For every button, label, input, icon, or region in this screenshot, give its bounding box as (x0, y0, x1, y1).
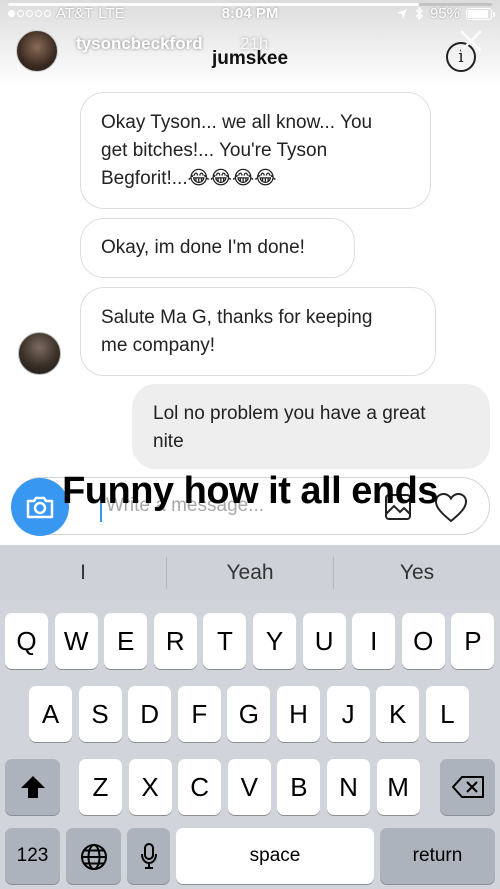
key-m[interactable]: M (376, 759, 420, 815)
bluetooth-icon (415, 6, 424, 21)
battery-percent: 95% (429, 5, 460, 22)
key-z[interactable]: Z (79, 759, 122, 815)
message-line: Okay Tyson... we all know... You (101, 112, 373, 133)
key-o[interactable]: O (401, 613, 445, 669)
key-r[interactable]: R (153, 613, 197, 669)
prediction-1[interactable]: I (0, 545, 166, 600)
location-icon (396, 8, 407, 19)
key-d[interactable]: D (128, 686, 172, 742)
prediction-3[interactable]: Yes (334, 545, 500, 600)
message-line: nite (153, 431, 184, 452)
key-h[interactable]: H (277, 686, 320, 742)
key-l[interactable]: L (425, 686, 469, 742)
story-caption: Funny how it all ends (62, 470, 438, 512)
message-line: Salute Ma G, thanks for keeping (101, 307, 373, 328)
key-v[interactable]: V (227, 759, 271, 815)
message-line: get bitches!... You're Tyson (101, 140, 328, 161)
key-s[interactable]: S (78, 686, 122, 742)
key-w[interactable]: W (54, 613, 98, 669)
key-y[interactable]: Y (253, 613, 296, 669)
key-n[interactable]: N (327, 759, 370, 815)
status-right: 95% (396, 5, 495, 22)
dictation-key[interactable] (127, 828, 170, 884)
close-icon[interactable] (458, 28, 484, 54)
key-x[interactable]: X (128, 759, 172, 815)
message-bubble: Okay, im done I'm done! (80, 218, 355, 278)
key-p[interactable]: P (451, 613, 495, 669)
prediction-2[interactable]: Yeah (167, 545, 333, 600)
predictive-bar: I Yeah Yes (0, 545, 500, 600)
message-bubble: Salute Ma G, thanks for keeping me compa… (80, 287, 436, 376)
chat-title: jumskee (211, 48, 289, 69)
key-u[interactable]: U (302, 613, 346, 669)
battery-icon (466, 7, 495, 20)
key-k[interactable]: K (376, 686, 420, 742)
backspace-key[interactable] (440, 759, 495, 815)
globe-icon (81, 844, 107, 870)
shift-icon (21, 776, 45, 798)
message-bubble-self: Lol no problem you have a great nite (132, 384, 490, 469)
key-q[interactable]: Q (5, 613, 48, 669)
backspace-icon (452, 776, 484, 798)
message-bubble: Okay Tyson... we all know... You get bit… (80, 92, 431, 209)
message-line: Okay, im done I'm done! (101, 237, 305, 258)
key-e[interactable]: E (104, 613, 148, 669)
shift-key[interactable] (5, 759, 60, 815)
message-line: me company! (101, 335, 216, 356)
sender-avatar[interactable] (18, 332, 61, 375)
message-line: Lol no problem you have a great (153, 403, 426, 424)
key-g[interactable]: G (227, 686, 271, 742)
key-t[interactable]: T (203, 613, 247, 669)
key-b[interactable]: B (277, 759, 321, 815)
return-key[interactable]: return (380, 828, 495, 884)
microphone-icon (141, 843, 157, 869)
key-a[interactable]: A (29, 686, 72, 742)
key-c[interactable]: C (178, 759, 222, 815)
key-i[interactable]: I (352, 613, 396, 669)
status-bar: AT&T LTE 8:04 PM 95% (0, 0, 500, 28)
space-key[interactable]: space (176, 828, 374, 884)
message-line: Begforit!...😂😂😂😂 (101, 168, 277, 189)
key-f[interactable]: F (177, 686, 221, 742)
key-j[interactable]: J (326, 686, 370, 742)
keyboard: I Yeah Yes QWERTYUIOPASDFGHJKLZXCVBNM 12… (0, 545, 500, 889)
numbers-key[interactable]: 123 (5, 828, 60, 884)
globe-key[interactable] (66, 828, 121, 884)
